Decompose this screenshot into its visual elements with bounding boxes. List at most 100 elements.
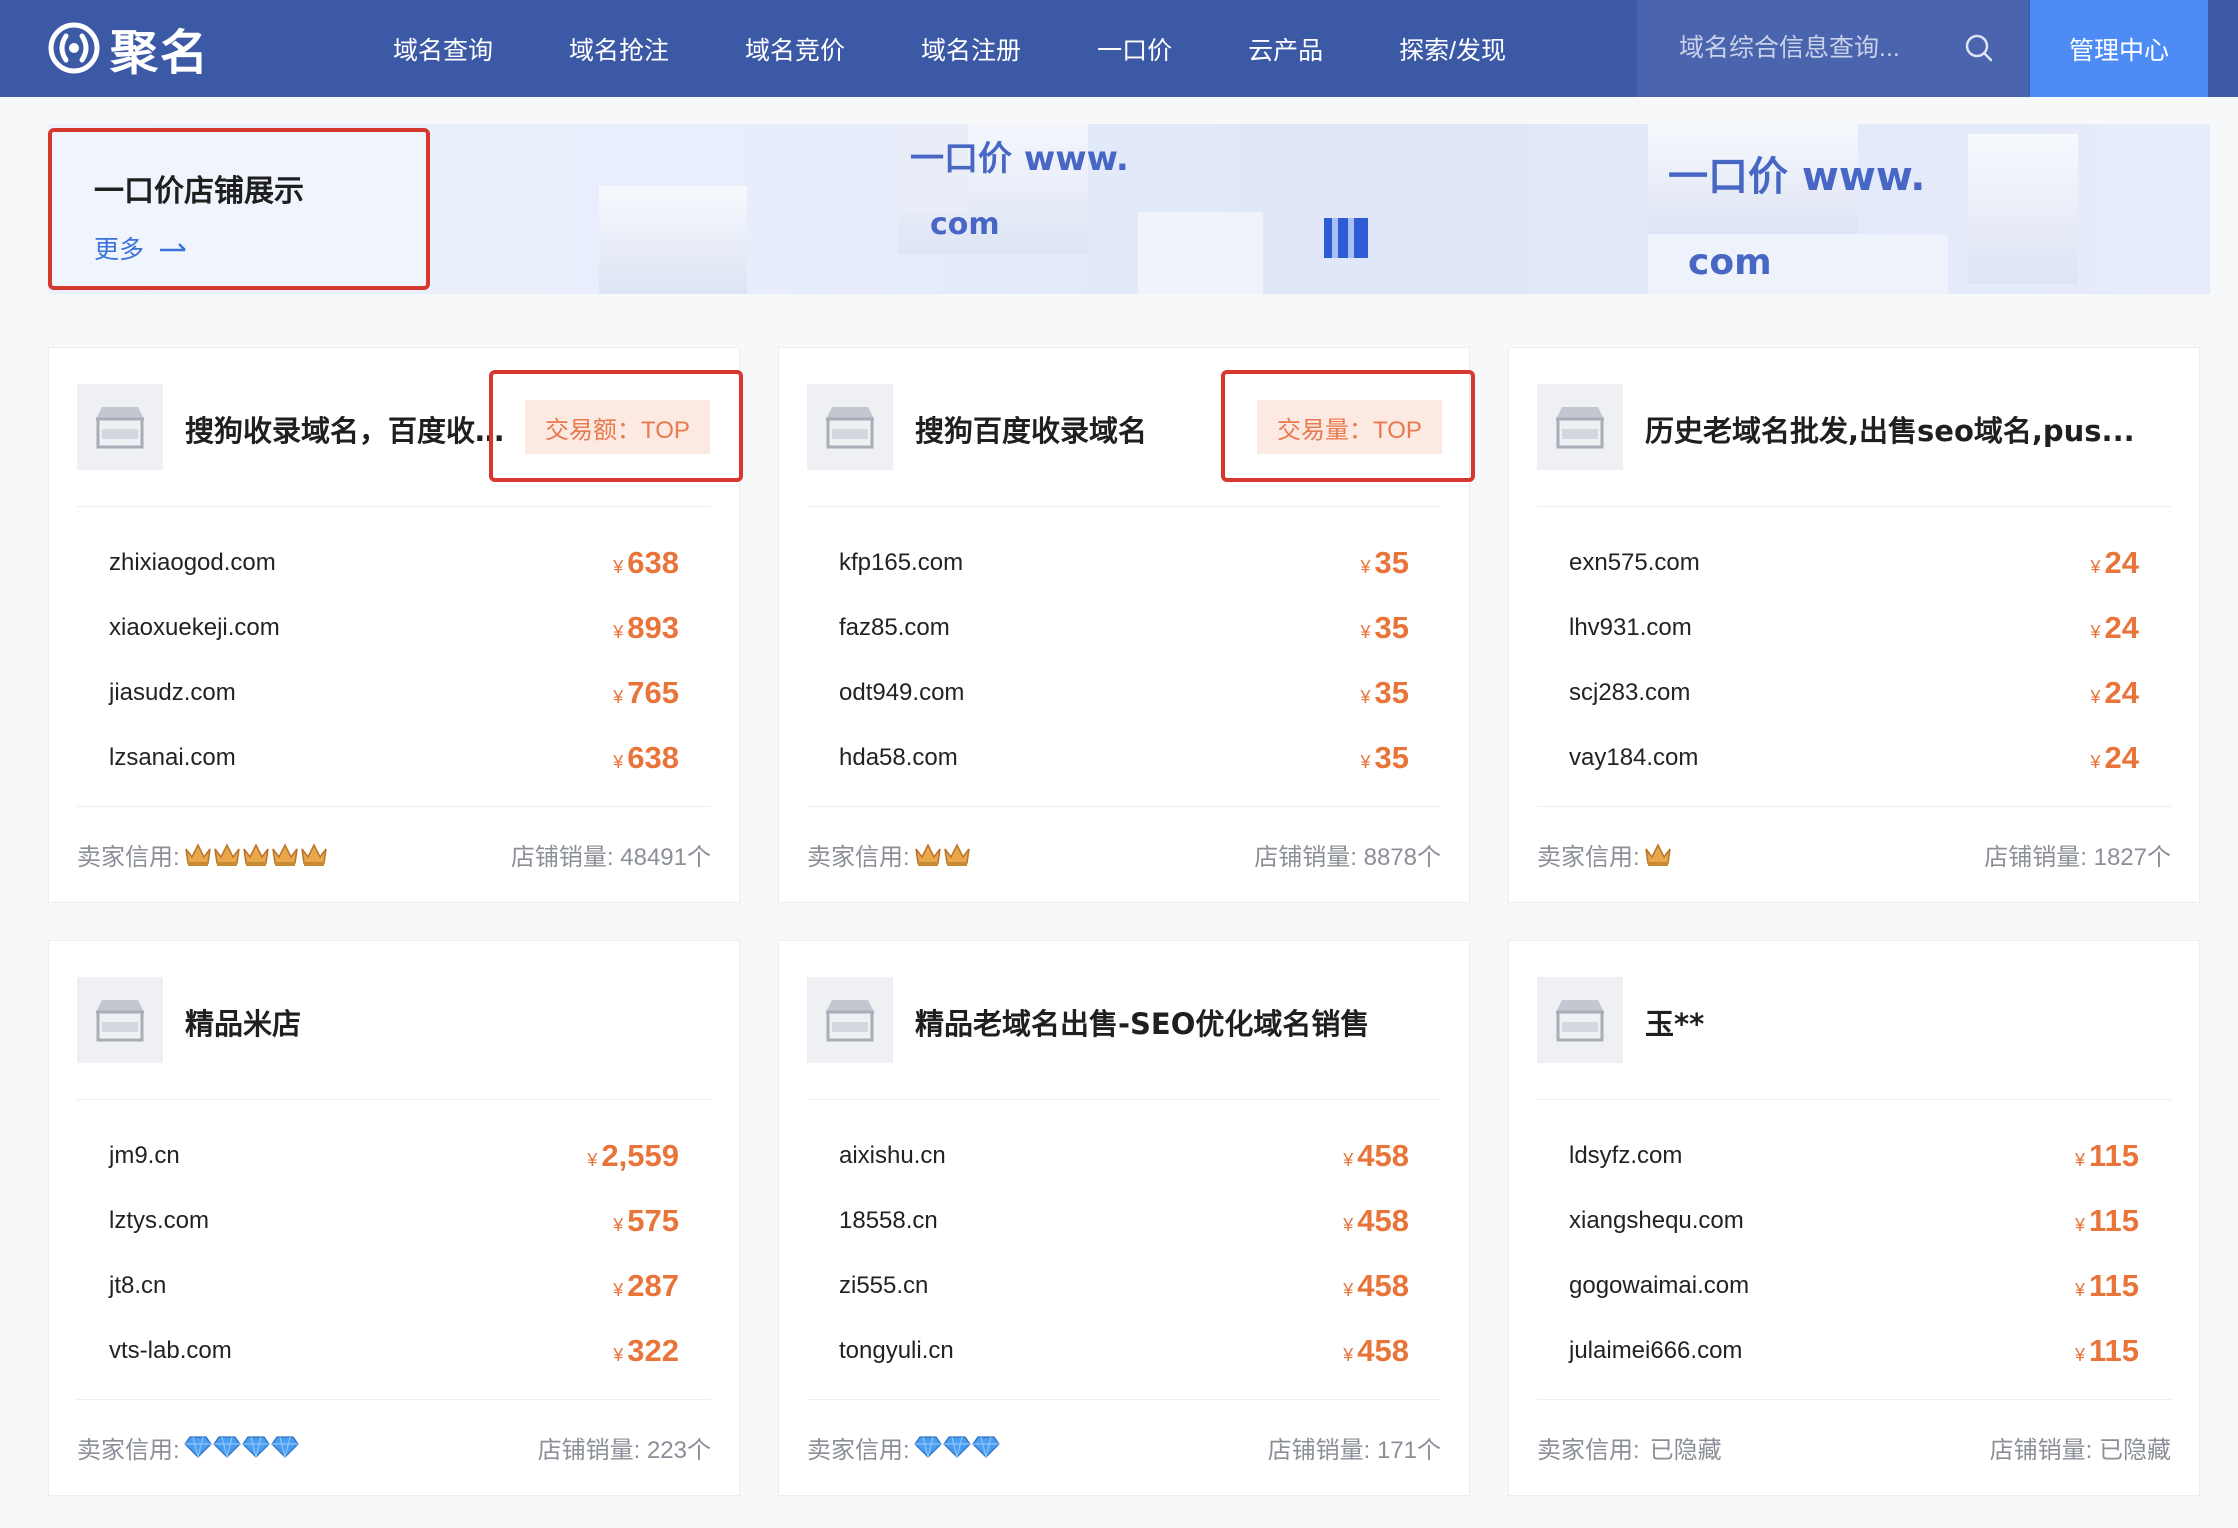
domain-name[interactable]: 18558.cn bbox=[839, 1207, 938, 1235]
shop-card[interactable]: 历史老域名批发,出售seo域名,pus... exn575.com ¥24 lhv93… bbox=[1508, 347, 2200, 903]
domain-name[interactable]: gogowaimai.com bbox=[1569, 1272, 1749, 1300]
nav-item-explore[interactable]: 探索/发现 bbox=[1371, 0, 1534, 97]
domain-price[interactable]: ¥458 bbox=[1343, 1138, 1409, 1174]
domain-price[interactable]: ¥765 bbox=[613, 675, 679, 711]
search-input[interactable] bbox=[1679, 34, 1979, 63]
domain-price[interactable]: ¥24 bbox=[2091, 675, 2140, 711]
domain-price[interactable]: ¥575 bbox=[613, 1203, 679, 1239]
domain-name[interactable]: scj283.com bbox=[1569, 679, 1690, 707]
domain-price[interactable]: ¥35 bbox=[1361, 545, 1410, 581]
domain-name[interactable]: vts-lab.com bbox=[109, 1337, 232, 1365]
domain-row[interactable]: hda58.com ¥35 bbox=[839, 725, 1409, 790]
domain-price[interactable]: ¥322 bbox=[613, 1333, 679, 1369]
crown-icon bbox=[271, 841, 299, 867]
domain-row[interactable]: 18558.cn ¥458 bbox=[839, 1188, 1409, 1253]
more-link[interactable]: 更多 bbox=[94, 230, 188, 266]
management-center-button[interactable]: 管理中心 bbox=[2030, 0, 2208, 97]
domain-price[interactable]: ¥24 bbox=[2091, 610, 2140, 646]
shop-title[interactable]: 历史老域名批发,出售seo域名,pus... bbox=[1645, 408, 2135, 450]
domain-price[interactable]: ¥638 bbox=[613, 545, 679, 581]
domain-name[interactable]: zi555.cn bbox=[839, 1272, 928, 1300]
shop-card[interactable]: 搜狗收录域名，百度收... 交易额：TOP zhixiaogod.com ¥638 xi… bbox=[48, 347, 743, 903]
domain-row[interactable]: zi555.cn ¥458 bbox=[839, 1253, 1409, 1318]
domain-price[interactable]: ¥458 bbox=[1343, 1203, 1409, 1239]
domain-name[interactable]: julaimei666.com bbox=[1569, 1337, 1742, 1365]
domain-name[interactable]: kfp165.com bbox=[839, 549, 963, 577]
domain-row[interactable]: lzsanai.com ¥638 bbox=[109, 725, 679, 790]
domain-row[interactable]: vay184.com ¥24 bbox=[1569, 725, 2139, 790]
shop-card[interactable]: 玉** ldsyfz.com ¥115 xiangshequ.com ¥115 gogow… bbox=[1508, 940, 2200, 1496]
shop-card[interactable]: 精品老域名出售-SEO优化域名销售 aixishu.cn ¥458 18558.cn ¥… bbox=[778, 940, 1470, 1496]
domain-row[interactable]: gogowaimai.com ¥115 bbox=[1569, 1253, 2139, 1318]
nav-item-domain-query[interactable]: 域名查询 bbox=[365, 0, 521, 97]
domain-row[interactable]: vts-lab.com ¥322 bbox=[109, 1318, 679, 1383]
domain-name[interactable]: tongyuli.cn bbox=[839, 1337, 954, 1365]
domain-price[interactable]: ¥458 bbox=[1343, 1268, 1409, 1304]
domain-row[interactable]: aixishu.cn ¥458 bbox=[839, 1123, 1409, 1188]
domain-price[interactable]: ¥893 bbox=[613, 610, 679, 646]
store-sales-value: 已隐藏 bbox=[2099, 1436, 2171, 1464]
domain-row[interactable]: xiangshequ.com ¥115 bbox=[1569, 1188, 2139, 1253]
search-icon[interactable] bbox=[1963, 32, 1995, 64]
domain-price[interactable]: ¥24 bbox=[2091, 545, 2140, 581]
domain-row[interactable]: exn575.com ¥24 bbox=[1569, 530, 2139, 595]
domain-price[interactable]: ¥2,559 bbox=[587, 1138, 679, 1174]
domain-row[interactable]: jt8.cn ¥287 bbox=[109, 1253, 679, 1318]
domain-name[interactable]: jiasudz.com bbox=[109, 679, 236, 707]
domain-price[interactable]: ¥35 bbox=[1361, 675, 1410, 711]
brand-logo[interactable]: 聚名 bbox=[48, 16, 210, 81]
domain-name[interactable]: aixishu.cn bbox=[839, 1142, 946, 1170]
domain-row[interactable]: jiasudz.com ¥765 bbox=[109, 660, 679, 725]
domain-price[interactable]: ¥35 bbox=[1361, 610, 1410, 646]
domain-name[interactable]: jt8.cn bbox=[109, 1272, 166, 1300]
banner-title: 一口价店铺展示 bbox=[94, 174, 304, 209]
domain-name[interactable]: lhv931.com bbox=[1569, 614, 1692, 642]
domain-name[interactable]: xiaoxuekeji.com bbox=[109, 614, 280, 642]
domain-row[interactable]: scj283.com ¥24 bbox=[1569, 660, 2139, 725]
nav-item-cloud-products[interactable]: 云产品 bbox=[1220, 0, 1351, 97]
domain-row[interactable]: xiaoxuekeji.com ¥893 bbox=[109, 595, 679, 660]
shop-title[interactable]: 精品米店 bbox=[185, 1001, 301, 1043]
currency-symbol: ¥ bbox=[1343, 1279, 1354, 1300]
shop-title[interactable]: 搜狗收录域名，百度收... bbox=[185, 408, 505, 450]
domain-name[interactable]: lzsanai.com bbox=[109, 744, 236, 772]
shop-title[interactable]: 精品老域名出售-SEO优化域名销售 bbox=[915, 1001, 1369, 1043]
domain-name[interactable]: vay184.com bbox=[1569, 744, 1698, 772]
domain-price[interactable]: ¥115 bbox=[2075, 1268, 2139, 1304]
domain-name[interactable]: ldsyfz.com bbox=[1569, 1142, 1682, 1170]
domain-name[interactable]: jm9.cn bbox=[109, 1142, 180, 1170]
domain-price[interactable]: ¥458 bbox=[1343, 1333, 1409, 1369]
domain-row[interactable]: ldsyfz.com ¥115 bbox=[1569, 1123, 2139, 1188]
shop-title[interactable]: 搜狗百度收录域名 bbox=[915, 408, 1147, 450]
domain-name[interactable]: hda58.com bbox=[839, 744, 958, 772]
domain-row[interactable]: faz85.com ¥35 bbox=[839, 595, 1409, 660]
domain-price[interactable]: ¥638 bbox=[613, 740, 679, 776]
domain-name[interactable]: exn575.com bbox=[1569, 549, 1700, 577]
domain-name[interactable]: odt949.com bbox=[839, 679, 964, 707]
domain-name[interactable]: faz85.com bbox=[839, 614, 950, 642]
shop-title[interactable]: 玉** bbox=[1645, 1001, 1704, 1043]
nav-item-fixed-price[interactable]: 一口价 bbox=[1069, 0, 1200, 97]
nav-item-domain-register[interactable]: 域名注册 bbox=[893, 0, 1049, 97]
shop-card[interactable]: 精品米店 jm9.cn ¥2,559 lztys.com ¥575 jt8.cn ¥287 v… bbox=[48, 940, 740, 1496]
domain-price[interactable]: ¥35 bbox=[1361, 740, 1410, 776]
nav-item-domain-auction[interactable]: 域名竞价 bbox=[717, 0, 873, 97]
domain-price[interactable]: ¥287 bbox=[613, 1268, 679, 1304]
domain-price[interactable]: ¥115 bbox=[2075, 1203, 2139, 1239]
nav-item-domain-snap[interactable]: 域名抢注 bbox=[541, 0, 697, 97]
domain-row[interactable]: zhixiaogod.com ¥638 bbox=[109, 530, 679, 595]
domain-name[interactable]: xiangshequ.com bbox=[1569, 1207, 1744, 1235]
domain-row[interactable]: lhv931.com ¥24 bbox=[1569, 595, 2139, 660]
domain-price[interactable]: ¥24 bbox=[2091, 740, 2140, 776]
shop-card[interactable]: 搜狗百度收录域名 交易量：TOP kfp165.com ¥35 faz85.com ¥35… bbox=[778, 347, 1475, 903]
domain-price[interactable]: ¥115 bbox=[2075, 1138, 2139, 1174]
domain-name[interactable]: lztys.com bbox=[109, 1207, 209, 1235]
domain-row[interactable]: kfp165.com ¥35 bbox=[839, 530, 1409, 595]
domain-row[interactable]: jm9.cn ¥2,559 bbox=[109, 1123, 679, 1188]
domain-row[interactable]: lztys.com ¥575 bbox=[109, 1188, 679, 1253]
domain-name[interactable]: zhixiaogod.com bbox=[109, 549, 276, 577]
domain-row[interactable]: julaimei666.com ¥115 bbox=[1569, 1318, 2139, 1383]
domain-row[interactable]: tongyuli.cn ¥458 bbox=[839, 1318, 1409, 1383]
domain-price[interactable]: ¥115 bbox=[2075, 1333, 2139, 1369]
domain-row[interactable]: odt949.com ¥35 bbox=[839, 660, 1409, 725]
